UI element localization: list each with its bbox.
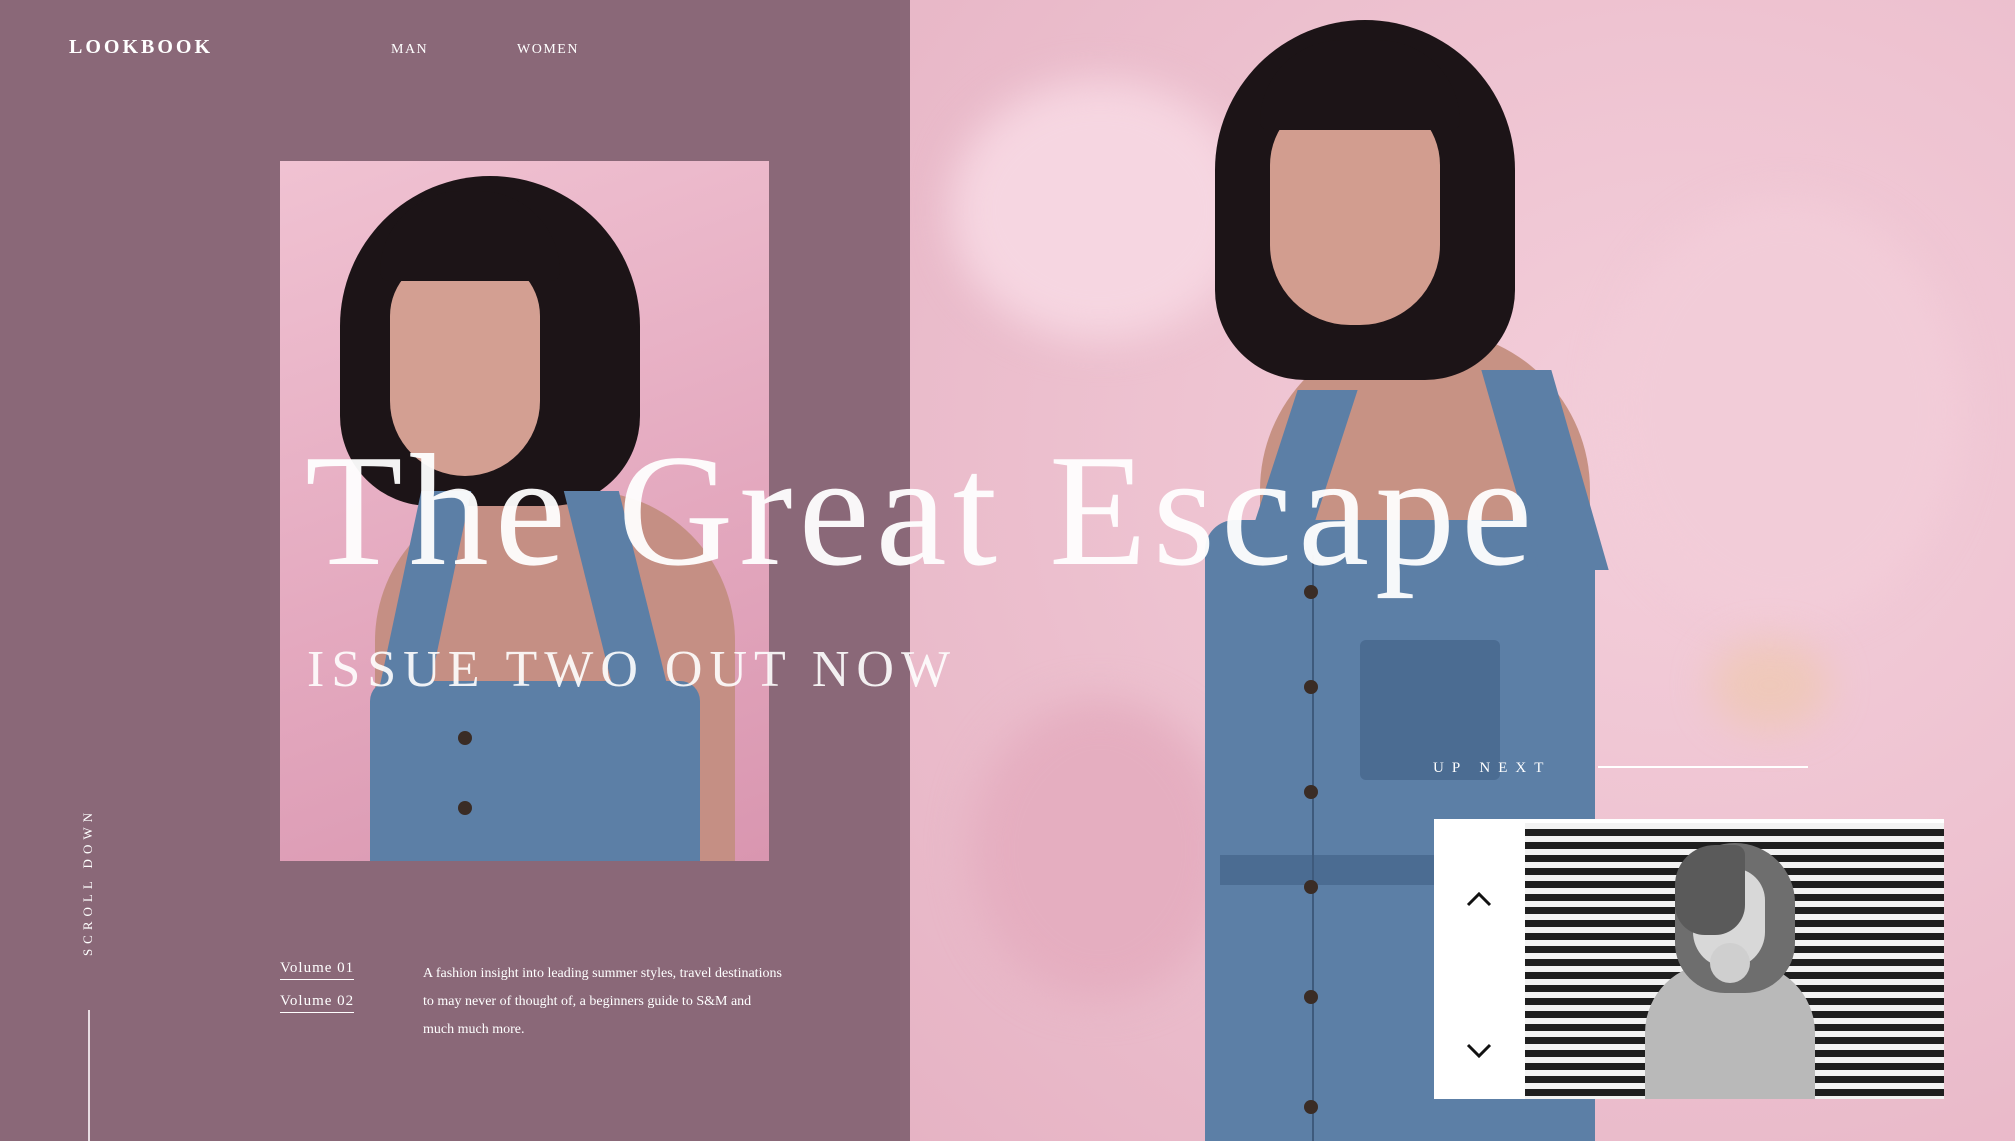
up-next-label: UP NEXT bbox=[1433, 760, 1552, 776]
next-button[interactable] bbox=[1456, 1028, 1502, 1074]
nav-link-man[interactable]: MAN bbox=[391, 42, 428, 58]
nav-link-women[interactable]: WOMEN bbox=[517, 42, 579, 58]
previous-button[interactable] bbox=[1456, 876, 1502, 922]
subheadline: ISSUE TWO OUT NOW bbox=[307, 641, 958, 698]
up-next-divider bbox=[1598, 766, 1808, 768]
scroll-down-label: SCROLL DOWN bbox=[80, 808, 95, 957]
issue-description: A fashion insight into leading summer st… bbox=[423, 966, 782, 1037]
volume-02-link[interactable]: Volume 02 bbox=[280, 993, 355, 1013]
up-next-thumbnail[interactable] bbox=[1525, 823, 1944, 1099]
carousel-controls bbox=[1434, 819, 1525, 1099]
scroll-indicator-line bbox=[88, 1010, 90, 1141]
logo[interactable]: LOOKBOOK bbox=[69, 36, 213, 59]
page: LOOKBOOK MAN WOMEN The Great Escape ISSU… bbox=[0, 0, 2015, 1141]
chevron-down-icon bbox=[1466, 1043, 1492, 1059]
headline: The Great Escape bbox=[305, 421, 1539, 599]
scroll-down-link[interactable]: SCROLL DOWN bbox=[80, 808, 102, 988]
chevron-up-icon bbox=[1466, 891, 1492, 907]
up-next-card bbox=[1434, 819, 1944, 1099]
volume-01-link[interactable]: Volume 01 bbox=[280, 960, 355, 980]
